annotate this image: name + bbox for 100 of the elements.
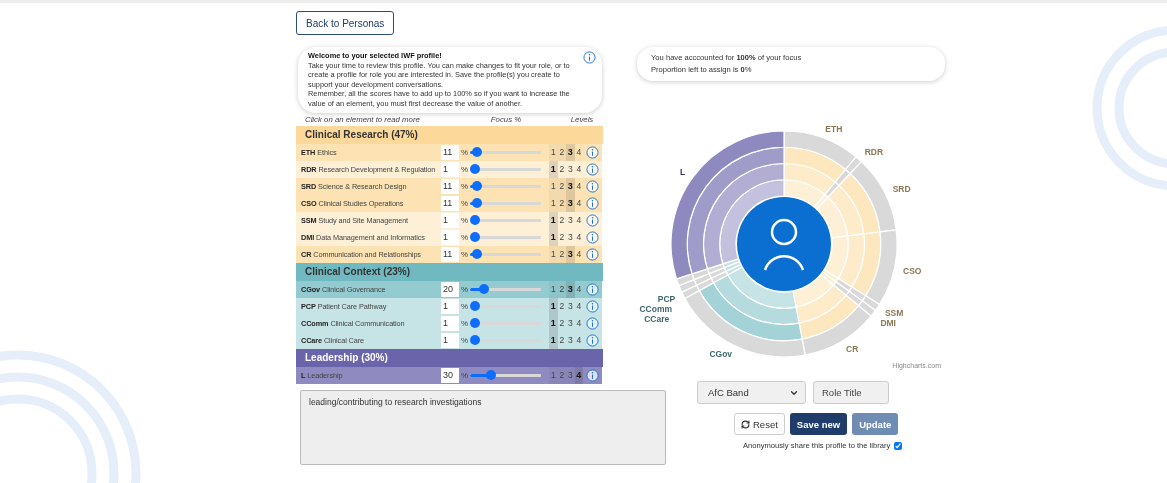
level-option[interactable]: 4 xyxy=(574,194,584,212)
info-icon[interactable] xyxy=(586,316,600,330)
info-icon[interactable] xyxy=(586,162,600,176)
focus-slider[interactable] xyxy=(470,164,542,175)
level-option[interactable]: 2 xyxy=(557,143,567,161)
level-option[interactable]: 2 xyxy=(557,314,567,332)
info-icon[interactable] xyxy=(586,282,600,296)
level-option[interactable]: 3 xyxy=(566,297,575,315)
slider-thumb[interactable] xyxy=(486,370,497,381)
level-option[interactable]: 4 xyxy=(574,143,584,161)
level-option[interactable]: 1 xyxy=(549,143,558,161)
focus-input[interactable]: 11 xyxy=(441,178,459,194)
level-option[interactable]: 1 xyxy=(549,280,558,298)
level-option[interactable]: 3 xyxy=(566,331,575,349)
info-icon[interactable] xyxy=(586,145,600,159)
level-option[interactable]: 3 xyxy=(566,177,575,195)
level-option[interactable]: 4 xyxy=(574,314,584,332)
level-option[interactable]: 1 xyxy=(549,211,558,229)
slider-thumb[interactable] xyxy=(470,164,481,175)
level-option[interactable]: 4 xyxy=(574,228,584,246)
back-button[interactable]: Back to Personas xyxy=(296,11,395,35)
percent-unit: % xyxy=(461,335,469,345)
slider-thumb[interactable] xyxy=(470,335,481,346)
level-option[interactable]: 3 xyxy=(566,314,575,332)
level-option[interactable]: 1 xyxy=(549,297,558,315)
slider-thumb[interactable] xyxy=(472,181,483,192)
chart-label: DMI xyxy=(880,317,896,328)
focus-input[interactable]: 20 xyxy=(441,281,459,297)
focus-slider[interactable] xyxy=(470,249,542,260)
share-checkbox[interactable] xyxy=(894,441,903,450)
level-option[interactable]: 2 xyxy=(557,160,567,178)
info-icon[interactable] xyxy=(586,299,600,313)
slider-thumb[interactable] xyxy=(479,284,490,295)
level-option[interactable]: 1 xyxy=(549,228,558,246)
focus-input[interactable]: 1 xyxy=(441,229,459,245)
band-select[interactable]: AfC Band xyxy=(697,381,806,404)
level-option[interactable]: 1 xyxy=(549,177,558,195)
slider-thumb[interactable] xyxy=(470,318,481,329)
level-option[interactable]: 2 xyxy=(557,211,567,229)
level-option[interactable]: 3 xyxy=(566,245,575,263)
level-option[interactable]: 3 xyxy=(566,143,575,161)
chart-label: CCare xyxy=(644,314,670,325)
reset-button[interactable]: Reset xyxy=(734,413,785,435)
level-option[interactable]: 4 xyxy=(574,280,584,298)
level-option[interactable]: 3 xyxy=(566,160,575,178)
percent-unit: % xyxy=(461,147,469,157)
info-icon[interactable] xyxy=(586,333,600,347)
level-option[interactable]: 2 xyxy=(557,280,567,298)
level-option[interactable]: 2 xyxy=(557,245,567,263)
level-option[interactable]: 1 xyxy=(549,245,558,263)
focus-input[interactable]: 11 xyxy=(441,195,459,211)
slider-thumb[interactable] xyxy=(470,232,481,243)
slider-thumb[interactable] xyxy=(470,215,481,226)
level-option[interactable]: 1 xyxy=(549,314,558,332)
level-option[interactable]: 4 xyxy=(574,160,584,178)
action-button[interactable]: Save new xyxy=(789,413,848,435)
level-option[interactable]: 4 xyxy=(574,331,584,349)
focus-slider[interactable] xyxy=(470,147,542,158)
level-option[interactable]: 4 xyxy=(574,297,584,315)
level-option[interactable]: 4 xyxy=(574,177,584,195)
focus-input[interactable]: 11 xyxy=(441,144,459,160)
info-icon[interactable] xyxy=(586,230,600,244)
info-icon[interactable] xyxy=(586,179,600,193)
level-option[interactable]: 2 xyxy=(557,331,567,349)
level-option[interactable]: 4 xyxy=(574,366,584,384)
level-option[interactable]: 4 xyxy=(574,245,584,263)
slider-thumb[interactable] xyxy=(472,147,483,158)
info-icon[interactable] xyxy=(583,51,596,64)
level-option[interactable]: 3 xyxy=(566,228,575,246)
level-option[interactable]: 1 xyxy=(549,160,558,178)
focus-input[interactable]: 11 xyxy=(441,246,459,262)
focus-input[interactable]: 1 xyxy=(441,315,459,331)
level-option[interactable]: 1 xyxy=(549,331,558,349)
info-icon[interactable] xyxy=(586,196,600,210)
role-title-input[interactable]: Role Title xyxy=(813,381,889,404)
info-icon[interactable] xyxy=(586,247,600,261)
percent-unit: % xyxy=(461,370,469,380)
slider-thumb[interactable] xyxy=(472,249,483,260)
level-option[interactable]: 3 xyxy=(566,194,575,212)
info-icon[interactable] xyxy=(586,368,600,382)
focus-input[interactable]: 1 xyxy=(441,332,459,348)
level-option[interactable]: 3 xyxy=(566,280,575,298)
percent-unit: % xyxy=(461,284,469,294)
info-icon[interactable] xyxy=(586,213,600,227)
focus-input[interactable]: 1 xyxy=(441,212,459,228)
level-option[interactable]: 3 xyxy=(566,211,575,229)
percent-unit: % xyxy=(461,181,469,191)
level-option[interactable]: 2 xyxy=(557,228,567,246)
percent-unit: % xyxy=(461,198,469,208)
level-option[interactable]: 2 xyxy=(557,177,567,195)
level-option[interactable]: 2 xyxy=(557,194,567,212)
focus-input[interactable]: 30 xyxy=(441,367,459,383)
focus-input[interactable]: 1 xyxy=(441,161,459,177)
slider-thumb[interactable] xyxy=(470,301,481,312)
notes-field[interactable]: leading/contributing to research investigations xyxy=(300,389,666,465)
level-option[interactable]: 2 xyxy=(557,297,567,315)
level-option[interactable]: 1 xyxy=(549,194,558,212)
slider-thumb[interactable] xyxy=(472,198,483,209)
level-option[interactable]: 4 xyxy=(574,211,584,229)
focus-input[interactable]: 1 xyxy=(441,298,459,314)
